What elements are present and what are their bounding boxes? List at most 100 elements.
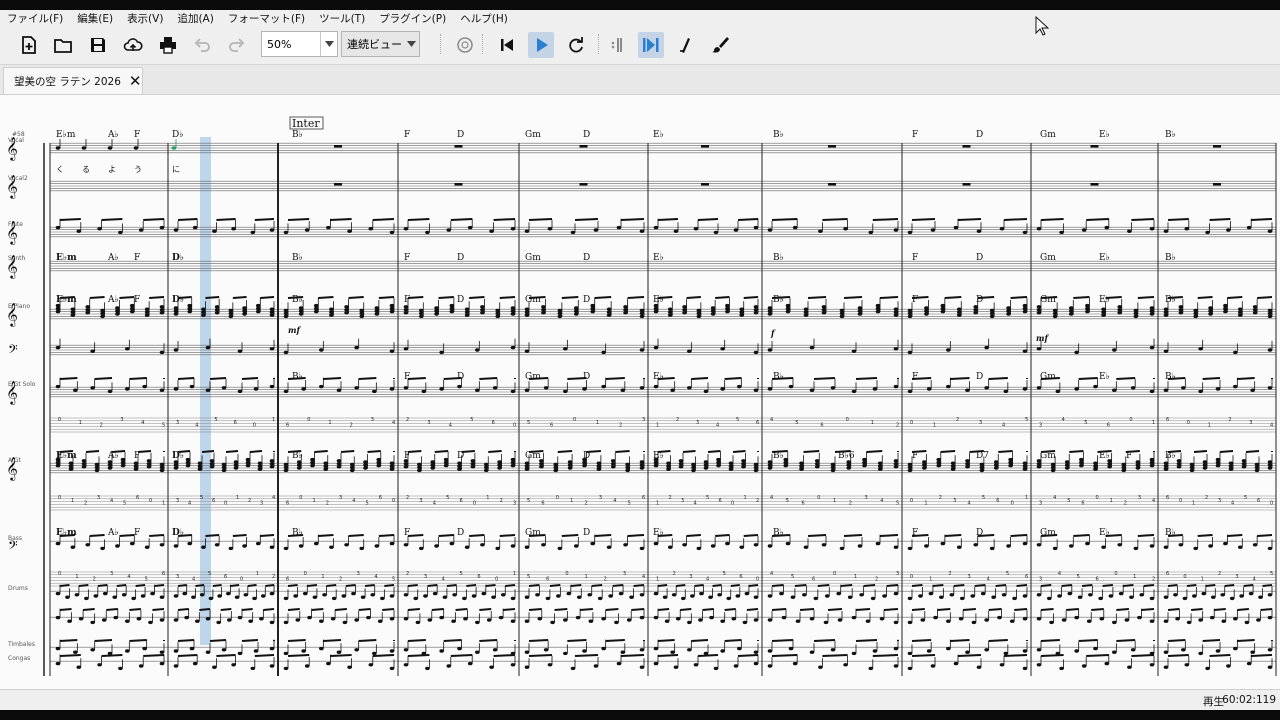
chord-symbol: E♭ (1099, 130, 1110, 140)
rewind-icon[interactable] (494, 32, 520, 58)
tab-fret-number: 4 (987, 577, 990, 583)
note-beam (724, 377, 742, 380)
score-canvas[interactable]: Vocal Vocal2 Flute Synth E.Piano E.Gt Solo A.G… (0, 95, 1280, 689)
note-beam (469, 296, 485, 299)
playback-time: 60:02:119 (1222, 694, 1276, 706)
chord-symbol: Gm (525, 130, 541, 140)
score-tab[interactable]: 望美の空 ラテン 2026 ✕ (3, 67, 143, 94)
tab-fret-number: 4 (1253, 577, 1256, 583)
chord-symbol: A♭ (107, 130, 119, 140)
count-in-icon[interactable] (603, 32, 629, 58)
tab-fret-number: 0 (513, 423, 516, 429)
chord-symbol: Gm (525, 253, 541, 263)
tab-fret-number: 1 (924, 501, 927, 507)
redo-icon[interactable] (224, 32, 250, 58)
tab-fret-number: 2 (272, 574, 275, 580)
note-beam (345, 584, 356, 587)
note-beam (605, 608, 619, 611)
score-tab-title: 望美の空 ラテン 2026 (14, 75, 121, 88)
menu-item-0[interactable]: ファイル(F) (0, 11, 70, 26)
note-beam (83, 608, 95, 611)
menu-item-5[interactable]: ツール(T) (312, 11, 372, 26)
menu-item-6[interactable]: プラグイン(P) (372, 11, 453, 26)
menu-item-7[interactable]: ヘルプ(H) (453, 11, 515, 26)
note-beam (260, 534, 275, 537)
note-beam (232, 296, 247, 299)
chord-symbol: B♭ (292, 253, 303, 263)
note-beam (586, 450, 601, 453)
tab-fret-number: 5 (123, 501, 126, 507)
print-icon[interactable] (155, 32, 181, 58)
tab-fret-number: 3 (120, 417, 123, 423)
note-beam (1167, 450, 1182, 453)
note-beam (455, 608, 468, 611)
note-beam (241, 608, 253, 611)
tab-fret-number: 6 (812, 577, 815, 583)
view-mode-select[interactable]: 連続ビュー (341, 31, 420, 57)
note-beam (485, 584, 496, 587)
tab-fret-number: 0 (149, 498, 152, 504)
play-icon[interactable] (528, 32, 554, 58)
note-beam (1186, 584, 1197, 587)
menu-item-2[interactable]: 表示(V) (120, 11, 170, 26)
note-beam (657, 534, 673, 537)
tab-fret-number: 2 (585, 501, 588, 507)
loop-icon[interactable] (563, 32, 589, 58)
tab-fret-number: 5 (1084, 420, 1087, 426)
note-beam (1137, 534, 1155, 537)
tab-fret-number: 4 (694, 501, 697, 507)
note-beam (177, 639, 195, 642)
tab-fret-number: 5 (214, 417, 217, 423)
note-beam (911, 450, 927, 453)
menu-item-3[interactable]: 追加(A) (170, 11, 220, 26)
note-beam (1066, 608, 1079, 611)
chord-symbol: D (457, 372, 464, 382)
note-beam (372, 218, 395, 221)
tab-fret-number: 0 (817, 495, 820, 501)
metronome-icon[interactable] (452, 32, 478, 58)
note-input-icon[interactable] (673, 32, 699, 58)
note-beam (1237, 639, 1255, 642)
note-beam (657, 584, 668, 587)
open-folder-icon[interactable] (50, 32, 76, 58)
cloud-upload-icon[interactable] (120, 32, 146, 58)
tab-fret-number: 1 (75, 574, 78, 580)
zoom-select[interactable]: 50% (261, 31, 338, 57)
note-beam (1224, 584, 1235, 587)
note-beam (1243, 584, 1254, 587)
note-beam (697, 654, 719, 657)
toolbar-separator (598, 34, 601, 54)
note-beam (1202, 639, 1221, 642)
tab-fret-number: 1 (570, 498, 573, 504)
score-view[interactable]: VocalVocal2FluteSynthE.PianoE.Gt SoloA.G… (0, 95, 1280, 689)
note-beam (323, 639, 342, 642)
tab-fret-number: 3 (419, 498, 422, 504)
new-file-icon[interactable] (16, 32, 42, 58)
menu-item-4[interactable]: フォーマット(F) (221, 11, 312, 26)
save-icon[interactable] (85, 32, 111, 58)
undo-icon[interactable] (189, 32, 215, 58)
close-icon[interactable]: ✕ (129, 73, 142, 89)
note-beam (911, 296, 929, 299)
note-beam (1116, 608, 1129, 611)
chord-symbol: B♭ (1165, 295, 1176, 305)
note-beam (1214, 608, 1226, 611)
note-beam (1260, 608, 1273, 611)
note-beam (682, 450, 696, 453)
note-beam (438, 534, 454, 537)
tab-fret-number: 0 (240, 577, 243, 583)
note-beam (503, 608, 516, 611)
menu-item-1[interactable]: 編集(E) (70, 11, 120, 26)
playback-panel-icon[interactable] (638, 32, 664, 58)
note-beam (260, 296, 275, 299)
note-beam (957, 218, 982, 221)
chord-symbol: F (404, 130, 410, 140)
note-beam (863, 584, 876, 587)
brush-icon[interactable] (707, 32, 733, 58)
note-beam (469, 534, 485, 537)
tab-fret-number: 6 (1166, 495, 1169, 501)
note-beam (287, 377, 306, 380)
tab-fret-number: 0 (573, 417, 576, 423)
note-beam (364, 584, 375, 587)
instrument-label: Timbales (7, 641, 35, 648)
